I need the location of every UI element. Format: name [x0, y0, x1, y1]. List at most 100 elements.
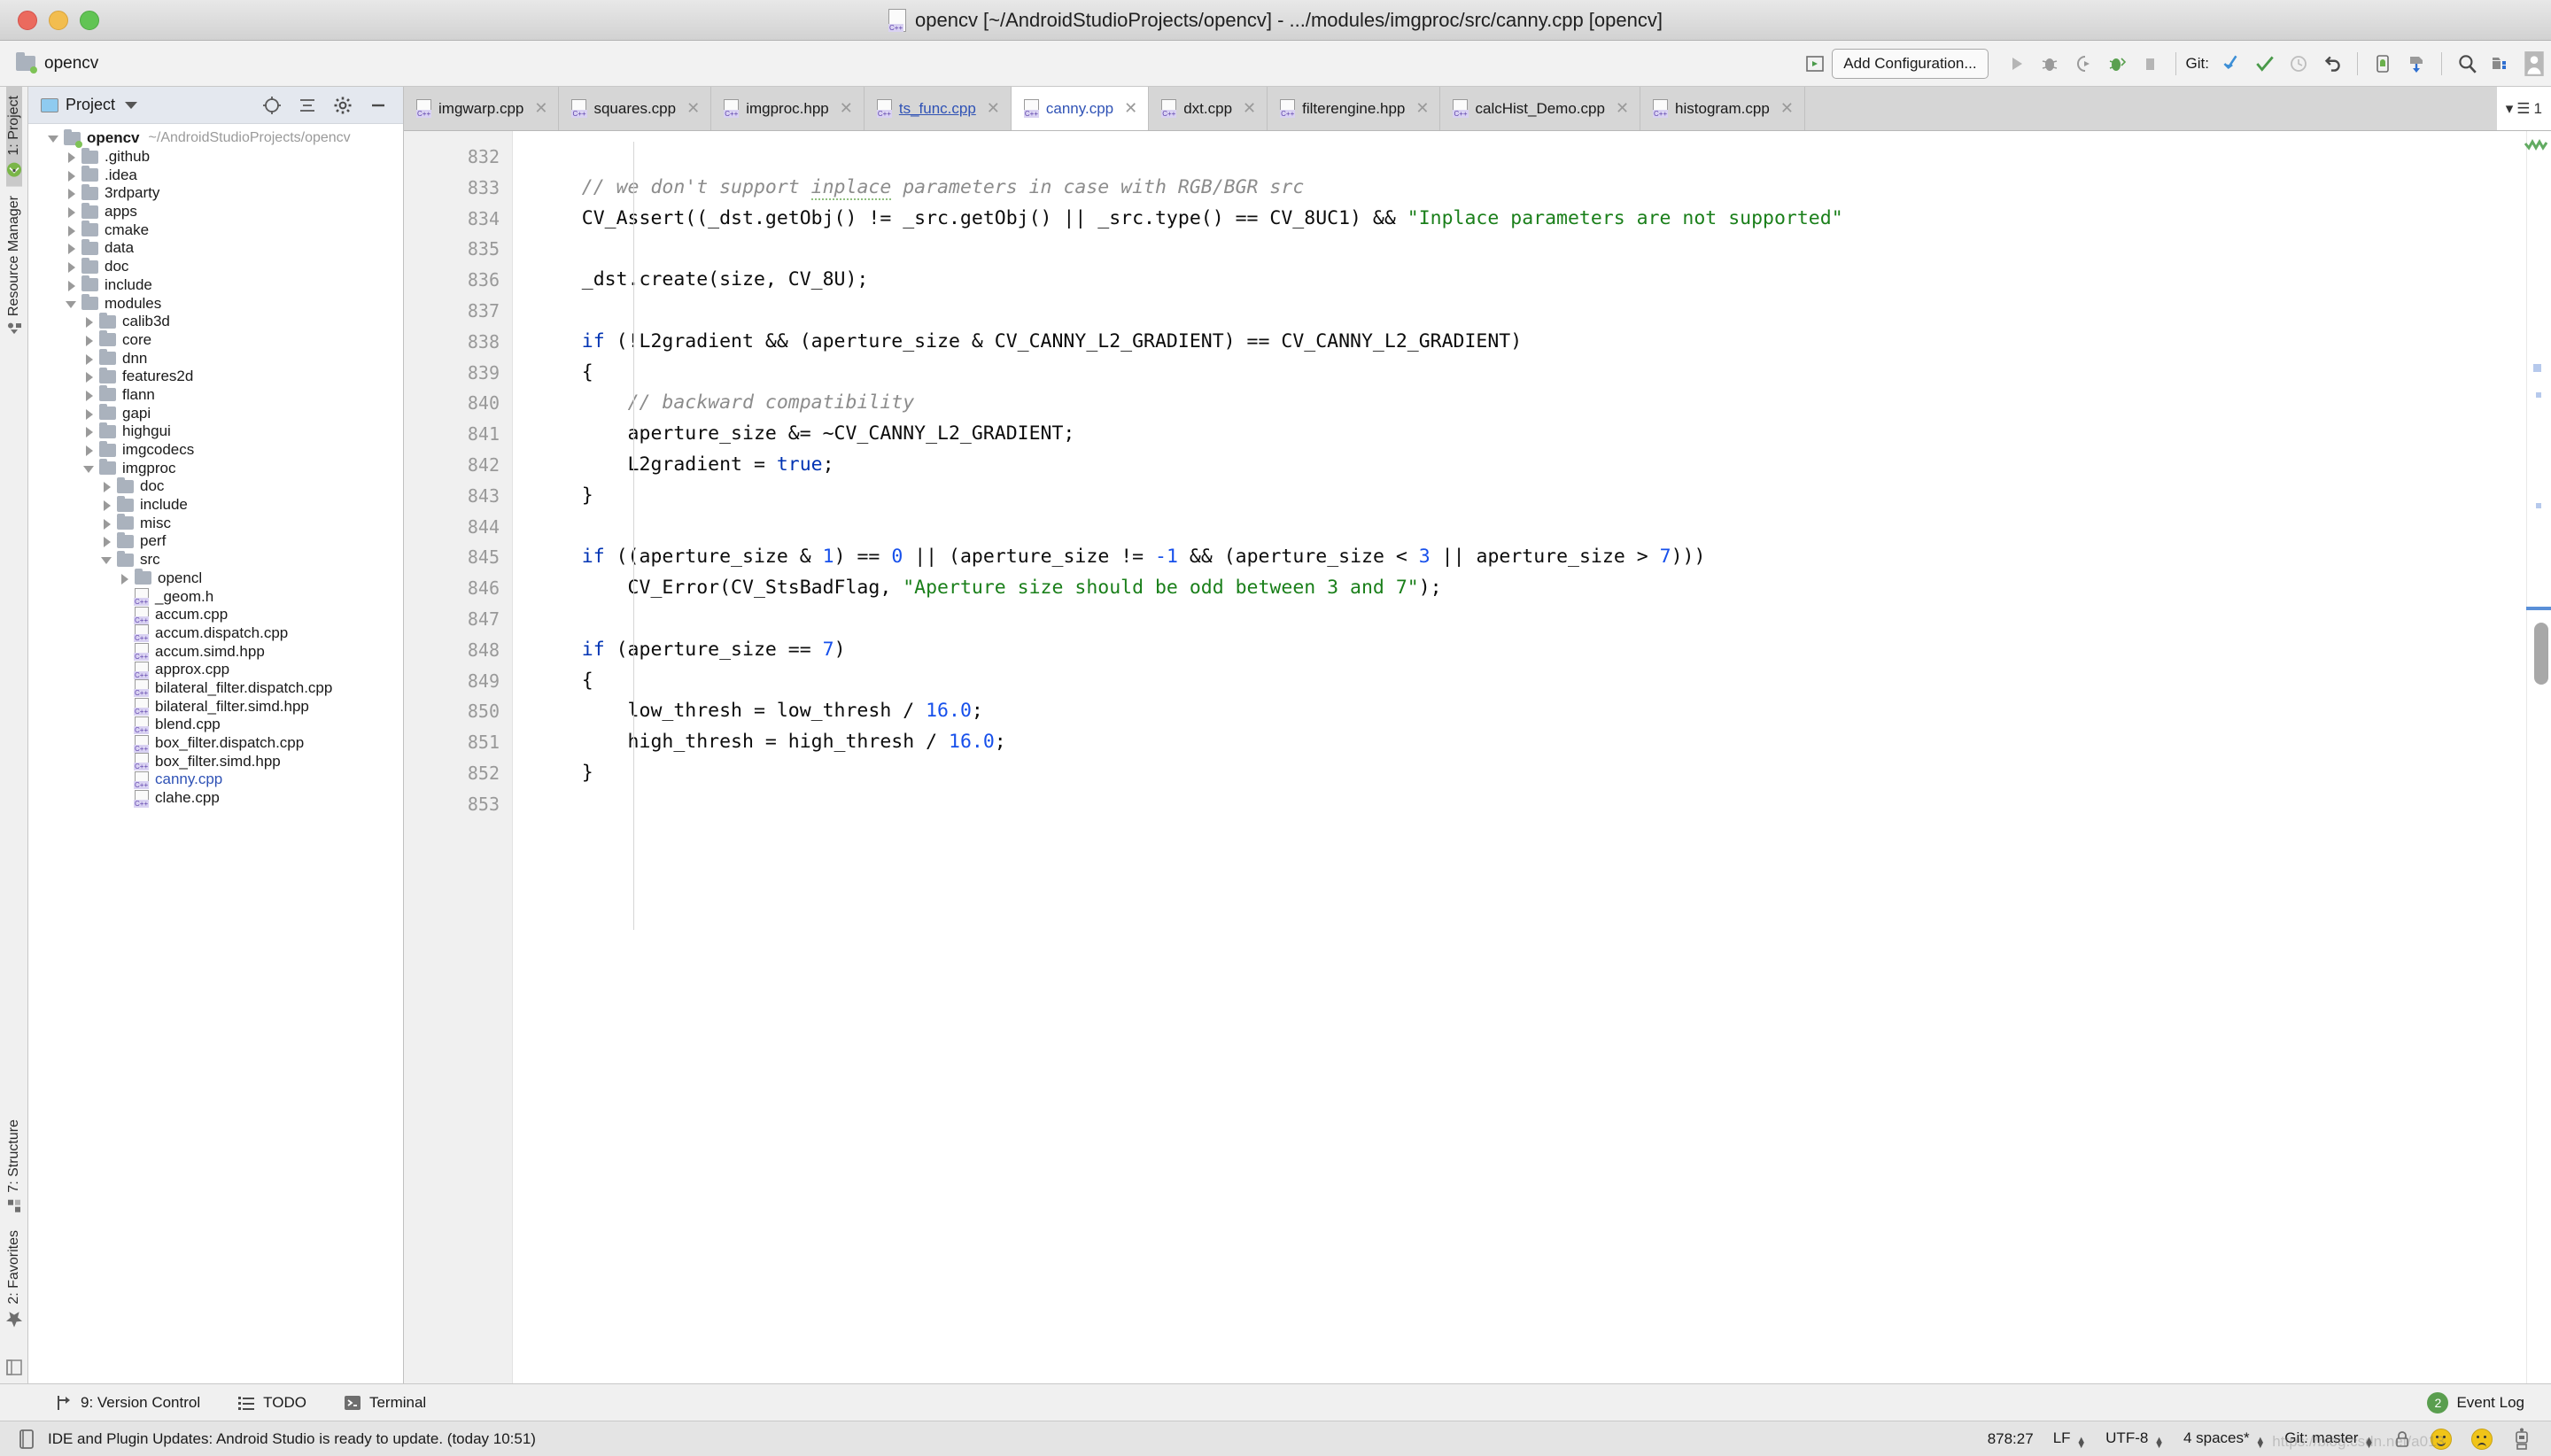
event-log-button[interactable]: 2 Event Log: [2427, 1391, 2551, 1413]
line-number[interactable]: 850: [404, 696, 512, 727]
run-icon[interactable]: [1999, 47, 2033, 81]
tree-node[interactable]: .github: [28, 147, 403, 167]
tree-node[interactable]: features2d: [28, 367, 403, 386]
maximize-window-button[interactable]: [80, 10, 99, 30]
lock-icon[interactable]: [2393, 1429, 2411, 1450]
tree-node[interactable]: misc: [28, 514, 403, 532]
tree-node[interactable]: accum.simd.hpp: [28, 642, 403, 662]
tree-node[interactable]: include: [28, 275, 403, 295]
collapse-all-icon[interactable]: [297, 95, 318, 116]
account-icon[interactable]: [2517, 47, 2551, 81]
tree-node[interactable]: accum.dispatch.cpp: [28, 624, 403, 643]
chevron-right-icon[interactable]: [83, 407, 96, 420]
code-line[interactable]: {: [536, 358, 2526, 389]
line-number[interactable]: 837: [404, 296, 512, 327]
code-line[interactable]: if (aperture_size == 7): [536, 635, 2526, 666]
sidebar-item-resource-manager[interactable]: Resource Manager: [6, 187, 22, 344]
chevron-right-icon[interactable]: [83, 444, 96, 457]
tool-window-todo[interactable]: TODO: [237, 1394, 306, 1412]
code-line[interactable]: [536, 142, 2526, 173]
chevron-right-icon[interactable]: [66, 187, 78, 200]
tree-node[interactable]: imgcodecs: [28, 440, 403, 460]
avd-manager-icon[interactable]: [2366, 47, 2400, 81]
line-separator-selector[interactable]: LF ▲ ▼: [2053, 1429, 2086, 1451]
chevron-right-icon[interactable]: [66, 205, 78, 219]
close-tab-icon[interactable]: ✕: [1616, 99, 1629, 118]
tree-node[interactable]: approx.cpp: [28, 661, 403, 679]
line-number[interactable]: 835: [404, 234, 512, 265]
chevron-down-icon[interactable]: [66, 298, 78, 310]
editor-tab[interactable]: calcHist_Demo.cpp ✕: [1440, 87, 1641, 130]
line-number[interactable]: 832: [404, 142, 512, 173]
tree-node[interactable]: _geom.h: [28, 587, 403, 607]
code-line[interactable]: aperture_size &= ~CV_CANNY_L2_GRADIENT;: [536, 419, 2526, 450]
line-number[interactable]: 847: [404, 604, 512, 635]
chevron-right-icon[interactable]: [66, 279, 78, 291]
line-number[interactable]: 836: [404, 265, 512, 296]
tree-node[interactable]: modules: [28, 294, 403, 313]
close-tab-icon[interactable]: ✕: [686, 99, 700, 118]
line-number[interactable]: 842: [404, 450, 512, 481]
tree-node[interactable]: gapi: [28, 404, 403, 422]
tree-node[interactable]: imgproc: [28, 459, 403, 477]
project-structure-dialog-icon[interactable]: [2484, 47, 2517, 81]
revert-icon[interactable]: [2315, 47, 2349, 81]
tree-node[interactable]: highgui: [28, 422, 403, 441]
project-tree[interactable]: opencv ~/AndroidStudioProjects/opencv .git…: [28, 124, 403, 1383]
line-number[interactable]: 840: [404, 388, 512, 419]
chevron-right-icon[interactable]: [83, 352, 96, 365]
project-name-chip[interactable]: opencv: [16, 52, 98, 74]
tree-node[interactable]: opencl: [28, 569, 403, 588]
code-line[interactable]: low_thresh = low_thresh / 16.0;: [536, 696, 2526, 727]
tree-node[interactable]: dnn: [28, 349, 403, 368]
tree-node[interactable]: 3rdparty: [28, 183, 403, 203]
line-number[interactable]: 839: [404, 358, 512, 389]
close-tab-icon[interactable]: ✕: [1780, 99, 1794, 118]
code-marker[interactable]: [2536, 503, 2541, 508]
code-line[interactable]: // backward compatibility: [536, 388, 2526, 419]
line-number[interactable]: 844: [404, 512, 512, 543]
chevron-right-icon[interactable]: [119, 572, 131, 585]
editor-tab[interactable]: imgwarp.cpp ✕: [404, 87, 560, 130]
code-marker[interactable]: [2533, 364, 2541, 372]
chevron-right-icon[interactable]: [66, 151, 78, 164]
chevron-right-icon[interactable]: [83, 425, 96, 438]
chevron-right-icon[interactable]: [83, 315, 96, 329]
line-number[interactable]: 849: [404, 666, 512, 697]
tree-node[interactable]: opencv ~/AndroidStudioProjects/opencv: [28, 128, 403, 148]
editor-scrollbar-thumb[interactable]: [2534, 623, 2548, 685]
code-line[interactable]: [536, 234, 2526, 265]
chevron-right-icon[interactable]: [83, 334, 96, 346]
editor-tab[interactable]: squares.cpp ✕: [559, 87, 712, 130]
settings-icon[interactable]: [332, 95, 353, 116]
editor-tab[interactable]: canny.cpp ✕: [1011, 87, 1150, 130]
notification-icon[interactable]: [18, 1429, 37, 1450]
chevron-right-icon[interactable]: [66, 224, 78, 236]
tree-node[interactable]: box_filter.dispatch.cpp: [28, 734, 403, 753]
search-everywhere-icon[interactable]: [2450, 47, 2484, 81]
run-with-coverage-icon[interactable]: [2066, 47, 2100, 81]
code-line[interactable]: [536, 512, 2526, 543]
sidebar-item-structure[interactable]: 7: Structure: [6, 1111, 22, 1222]
tree-node[interactable]: perf: [28, 531, 403, 551]
tree-node[interactable]: .idea: [28, 166, 403, 184]
code-line[interactable]: [536, 604, 2526, 635]
window-controls[interactable]: [0, 10, 99, 30]
chevron-right-icon[interactable]: [83, 370, 96, 383]
caret-position[interactable]: 878:27: [1988, 1430, 2034, 1448]
git-branch-selector[interactable]: Git: master ▲ ▼: [2284, 1429, 2374, 1451]
history-icon[interactable]: [2282, 47, 2315, 81]
tree-node[interactable]: box_filter.simd.hpp: [28, 752, 403, 771]
close-tab-icon[interactable]: ✕: [1124, 99, 1137, 118]
close-window-button[interactable]: [18, 10, 37, 30]
tree-node[interactable]: accum.cpp: [28, 606, 403, 624]
tree-node[interactable]: bilateral_filter.simd.hpp: [28, 697, 403, 716]
tree-node[interactable]: clahe.cpp: [28, 789, 403, 808]
update-project-icon[interactable]: [2214, 47, 2248, 81]
line-number[interactable]: 846: [404, 573, 512, 604]
minimize-window-button[interactable]: [49, 10, 68, 30]
chevron-right-icon[interactable]: [66, 169, 78, 182]
chevron-right-icon[interactable]: [101, 535, 113, 548]
code-line[interactable]: high_thresh = high_thresh / 16.0;: [536, 727, 2526, 758]
code-line[interactable]: _dst.create(size, CV_8U);: [536, 265, 2526, 296]
